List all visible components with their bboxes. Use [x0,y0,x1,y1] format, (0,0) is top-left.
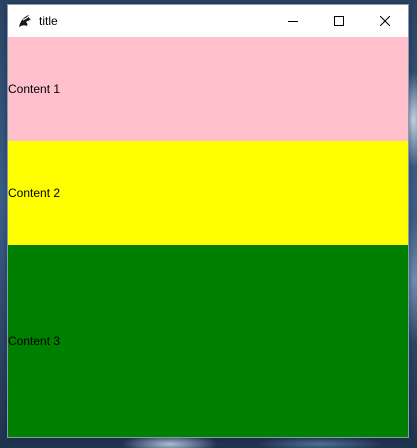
app-icon [16,12,34,30]
close-icon [380,16,390,26]
maximize-button[interactable] [316,5,362,37]
content-panel-1: Content 1 [8,37,408,141]
maximize-icon [334,16,344,26]
minimize-button[interactable] [270,5,316,37]
content-panel-3: Content 3 [8,245,408,437]
window-title: title [39,14,58,28]
minimize-icon [288,21,298,22]
content-label-1: Content 1 [8,82,61,96]
window-controls [270,5,408,37]
content-label-3: Content 3 [8,334,61,348]
content-label-2: Content 2 [8,186,61,200]
close-button[interactable] [362,5,408,37]
app-window: title Content 1 Content 2 Content 3 [7,4,409,438]
window-content: Content 1 Content 2 Content 3 [8,37,408,437]
content-panel-2: Content 2 [8,141,408,245]
title-bar[interactable]: title [8,5,408,37]
